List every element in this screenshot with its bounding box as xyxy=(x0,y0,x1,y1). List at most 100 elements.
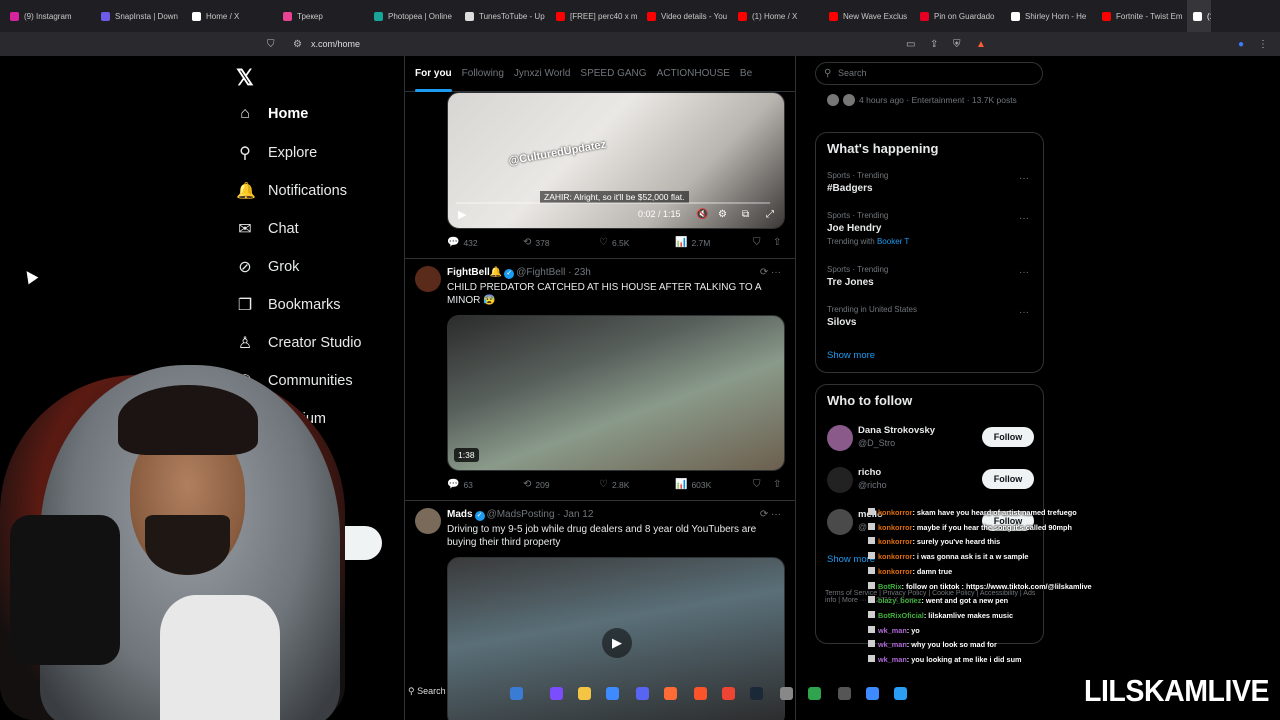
suggested-user-name[interactable]: Dana Strokovsky xyxy=(858,425,935,436)
browser-tab[interactable]: TunesToTube - Up xyxy=(459,0,550,32)
feed-tab[interactable]: SPEED GANG xyxy=(580,56,646,92)
browser-tab[interactable]: Video details - You xyxy=(641,0,732,32)
nav-item-chat[interactable]: ✉ Chat xyxy=(236,219,298,239)
fullscreen-icon[interactable]: ⤢ xyxy=(766,209,774,220)
site-info-icon[interactable]: ⚙ xyxy=(293,39,302,50)
like-button[interactable]: ♡ 2.8K xyxy=(599,479,629,490)
feed-tab[interactable]: For you xyxy=(415,56,452,92)
notepad-icon[interactable] xyxy=(866,687,879,700)
brave-icon[interactable] xyxy=(694,687,707,700)
browser-tab[interactable]: SnapInsta | Down xyxy=(95,0,186,32)
taskbar-search[interactable]: ⚲ Search xyxy=(408,686,446,697)
browser-tab[interactable]: (1) Home / X xyxy=(732,0,823,32)
x-logo-icon[interactable]: 𝕏 xyxy=(236,65,254,91)
photos-icon[interactable] xyxy=(894,687,907,700)
browser-tab[interactable]: [FREE] perc40 x m xyxy=(550,0,641,32)
app-icon[interactable] xyxy=(808,687,821,700)
browser-tab[interactable]: Photopea | Online xyxy=(368,0,459,32)
like-button[interactable]: ♡ 6.5K xyxy=(599,237,629,248)
more-icon[interactable]: ··· xyxy=(1019,267,1029,278)
browser-tab[interactable]: Fortnite - Twist Em xyxy=(1096,0,1187,32)
folder-icon[interactable] xyxy=(578,687,591,700)
settings-icon[interactable]: ⋮ xyxy=(1258,39,1268,50)
chat-text: : damn true xyxy=(912,566,953,576)
feed-tab[interactable]: ACTIONHOUSE xyxy=(657,56,730,92)
search-input[interactable]: ⚲ Search xyxy=(815,62,1043,85)
app-icon[interactable] xyxy=(838,687,851,700)
share-button[interactable]: ⇧ xyxy=(773,237,781,248)
avatar[interactable] xyxy=(827,467,853,493)
discord-icon[interactable] xyxy=(636,687,649,700)
video-progress-bar[interactable] xyxy=(456,202,770,204)
repost-count: 378 xyxy=(535,237,550,248)
browser-tab[interactable]: New Wave Exclus xyxy=(823,0,914,32)
nav-item-bookmarks[interactable]: ❐ Bookmarks xyxy=(236,295,341,315)
feed-tab[interactable]: Following xyxy=(462,56,504,92)
nav-item-grok[interactable]: ⊘ Grok xyxy=(236,257,299,277)
pip-icon[interactable]: ⧉ xyxy=(742,209,749,220)
play-icon[interactable]: ▶ xyxy=(458,208,466,221)
more-icon[interactable]: ⟳ ··· xyxy=(760,267,781,278)
play-icon[interactable]: ▶ xyxy=(602,628,632,658)
feed-tab[interactable]: Jynxzi World xyxy=(514,56,571,92)
nav-item-notifications[interactable]: 🔔 Notifications xyxy=(236,181,347,201)
author-name[interactable]: Mads xyxy=(447,509,473,520)
feed-tab[interactable]: Be xyxy=(740,56,752,92)
browser-tab[interactable]: Pin on Guardado xyxy=(914,0,1005,32)
views-button[interactable]: 📊 603K xyxy=(675,479,711,490)
extension-icon[interactable]: ● xyxy=(1238,39,1244,50)
reply-button[interactable]: 💬 432 xyxy=(447,237,478,248)
browser-tab[interactable]: Трекер xyxy=(277,0,368,32)
avatar[interactable] xyxy=(827,509,853,535)
reply-button[interactable]: 💬 63 xyxy=(447,479,473,490)
more-icon[interactable]: ··· xyxy=(1019,213,1029,224)
browser-tab[interactable]: Home / X xyxy=(186,0,277,32)
store-icon[interactable] xyxy=(606,687,619,700)
more-icon[interactable]: ··· xyxy=(1019,307,1029,318)
widgets-icon[interactable] xyxy=(510,687,523,700)
follow-button[interactable]: Follow xyxy=(982,427,1034,447)
brave-rewards-icon[interactable]: ▲ xyxy=(976,39,986,50)
share-icon[interactable]: ⇪ xyxy=(930,39,938,50)
mute-icon[interactable]: 🔇 xyxy=(696,209,708,220)
repost-button[interactable]: ⟲ 209 xyxy=(523,479,550,490)
avatar[interactable] xyxy=(827,425,853,451)
url-field[interactable]: x.com/home xyxy=(311,39,360,49)
more-icon[interactable]: ⟳ ··· xyxy=(760,509,781,520)
repost-button[interactable]: ⟲ 378 xyxy=(523,237,550,248)
avatar[interactable] xyxy=(415,266,441,292)
chat-message: wk_man: you looking at me like i did sum xyxy=(868,653,1128,668)
author-name[interactable]: FightBell🔔 xyxy=(447,267,502,278)
app-icon[interactable] xyxy=(664,687,677,700)
trend-context-link[interactable]: Booker T xyxy=(877,237,909,246)
nav-item-creator-studio[interactable]: ♙ Creator Studio xyxy=(236,333,362,353)
more-icon[interactable]: ··· xyxy=(1019,173,1029,184)
app-icon[interactable] xyxy=(722,687,735,700)
chat-message: BotRix: follow on tiktok : https://www.t… xyxy=(868,580,1128,595)
post-video[interactable]: 1:38 xyxy=(447,315,785,471)
post-video[interactable]: @CulturedUpdatez ZAHIR: Alright, so it'l… xyxy=(447,92,785,229)
browser-tab[interactable]: (1) xyxy=(1187,0,1211,32)
copilot-icon[interactable] xyxy=(550,687,563,700)
bookmark-button[interactable]: ⛉ xyxy=(753,237,761,248)
repost-icon: ⟲ xyxy=(523,237,532,248)
bookmark-icon[interactable]: ⛉ xyxy=(267,39,275,50)
share-button[interactable]: ⇧ xyxy=(773,479,781,490)
author-handle[interactable]: @MadsPosting · Jan 12 xyxy=(487,509,594,520)
nav-item-home[interactable]: ⌂ Home xyxy=(236,105,308,123)
shield-icon[interactable]: ⛨ xyxy=(953,39,961,50)
steam-icon[interactable] xyxy=(750,687,763,700)
show-more-link[interactable]: Show more xyxy=(827,350,875,361)
follow-button[interactable]: Follow xyxy=(982,469,1034,489)
views-button[interactable]: 📊 2.7M xyxy=(675,237,710,248)
browser-tab[interactable]: Shirley Horn - He xyxy=(1005,0,1096,32)
nav-item-explore[interactable]: ⚲ Explore xyxy=(236,143,317,163)
app-icon[interactable] xyxy=(780,687,793,700)
settings-icon[interactable]: ⚙ xyxy=(718,209,727,220)
bookmark-button[interactable]: ⛉ xyxy=(753,479,761,490)
avatar[interactable] xyxy=(415,508,441,534)
cast-icon[interactable]: ▭ xyxy=(906,39,915,50)
suggested-user-name[interactable]: richo xyxy=(858,467,881,478)
browser-tab[interactable]: (9) Instagram xyxy=(4,0,95,32)
author-handle[interactable]: @FightBell · 23h xyxy=(516,267,591,278)
